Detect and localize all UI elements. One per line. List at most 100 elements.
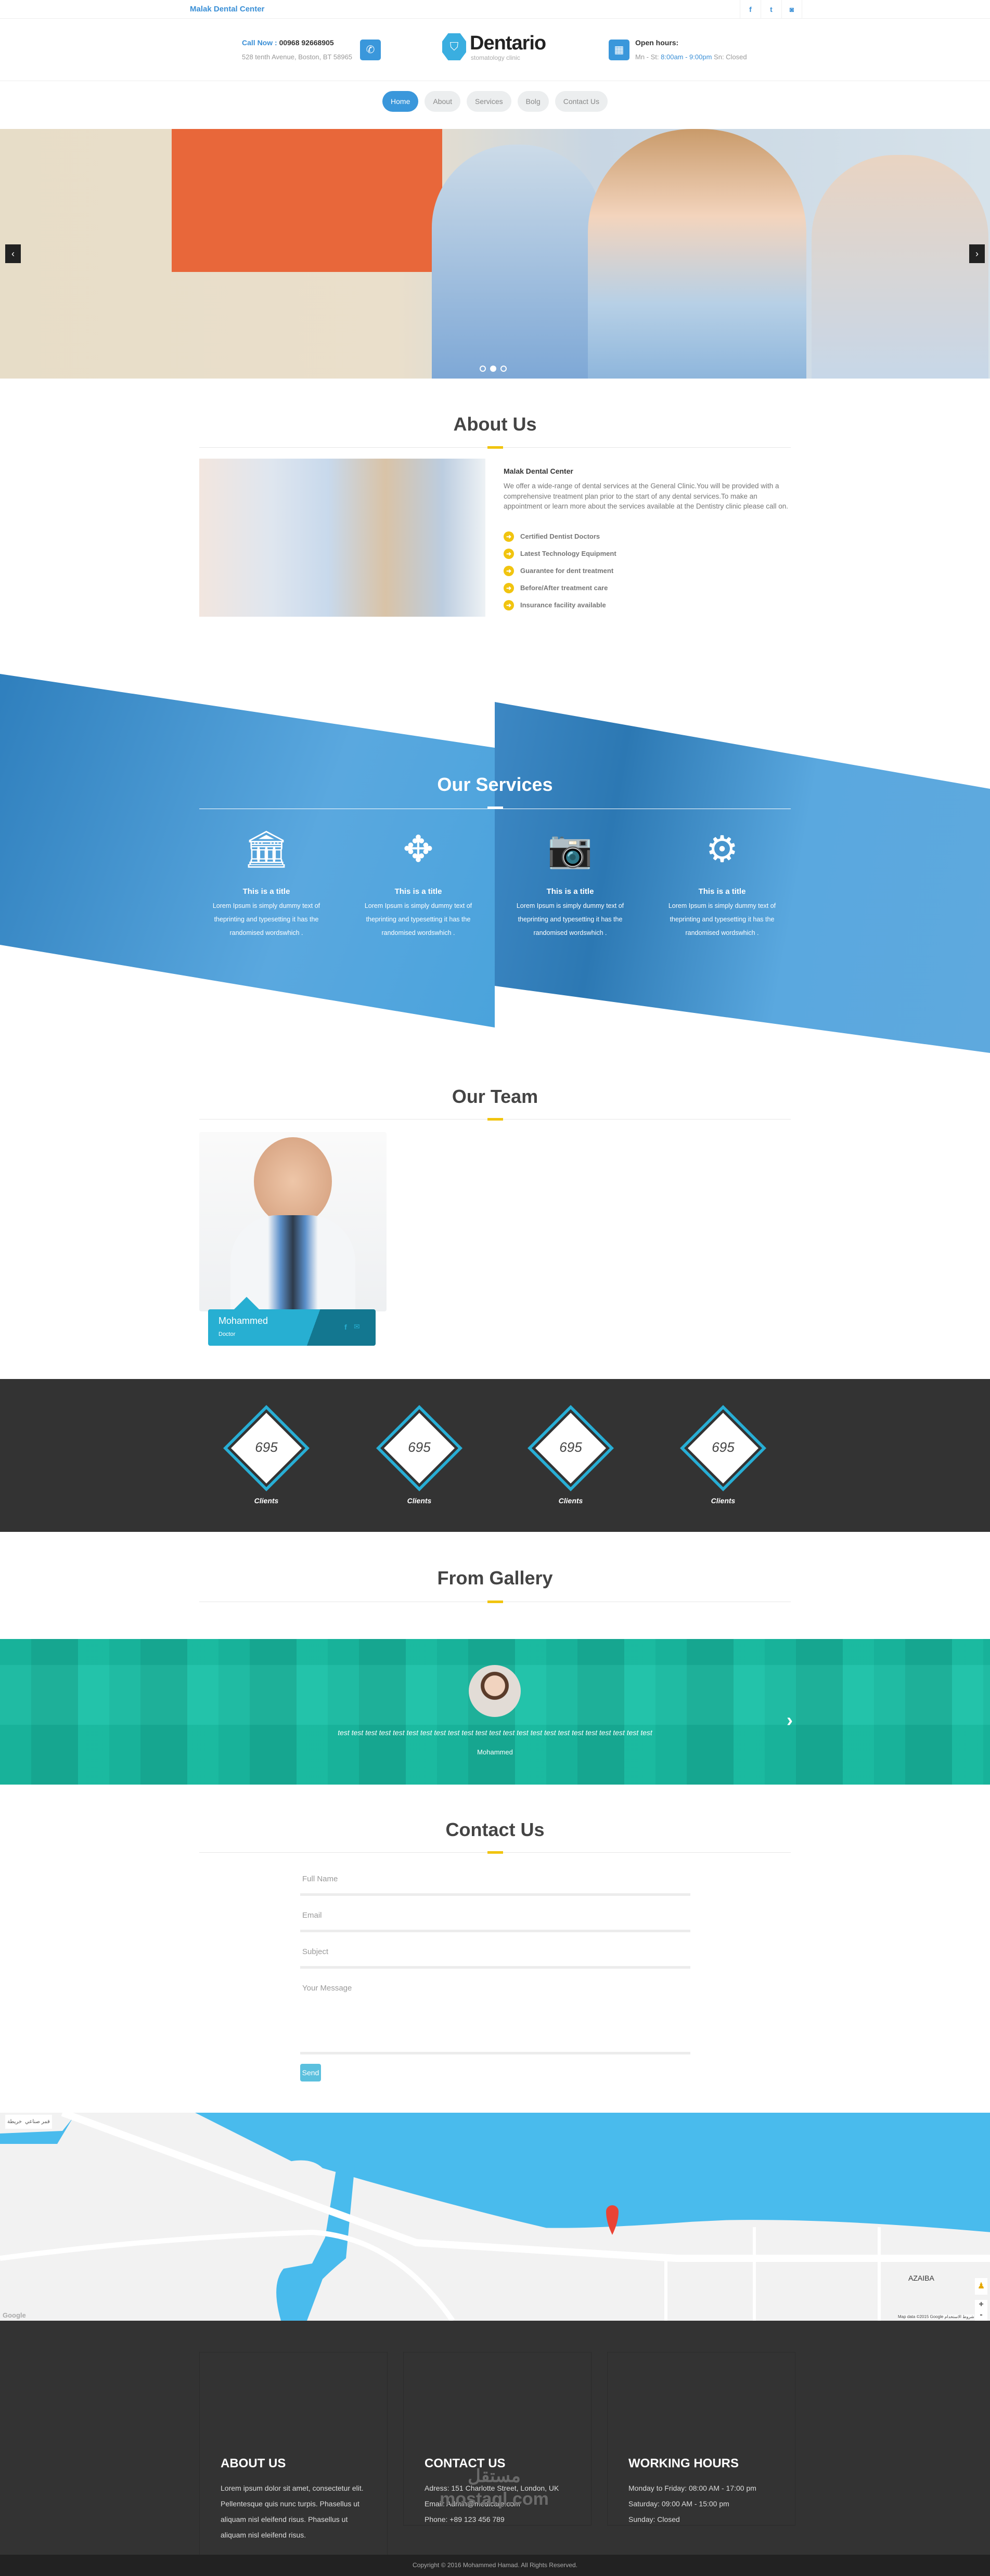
title-accent bbox=[487, 1601, 503, 1603]
nav-blog[interactable]: Bolg bbox=[517, 91, 549, 112]
phone-icon: ✆ bbox=[360, 40, 381, 60]
address: 528 tenth Avenue, Boston, BT 58965 bbox=[242, 53, 353, 61]
about-team-image bbox=[199, 459, 485, 617]
header: Call Now : 00968 92668905 528 tenth Aven… bbox=[0, 19, 990, 81]
team-member-card[interactable]: Mohammed Doctor f ✉ bbox=[208, 1297, 376, 1346]
phone-number[interactable]: 00968 92668905 bbox=[279, 38, 334, 47]
watermark-logo: مستقل mostaql.com bbox=[440, 2466, 549, 2509]
feature-item: ➜ Certified Dentist Doctors bbox=[504, 528, 616, 545]
about-title: About Us bbox=[453, 413, 537, 435]
google-logo: Google bbox=[3, 2311, 26, 2319]
map-place-label: AZAIBA bbox=[908, 2274, 934, 2282]
slider-dots bbox=[480, 366, 507, 372]
footer-about-text: Lorem ipsum dolor sit amet, consectetur … bbox=[221, 2484, 364, 2539]
main-nav: Home About Services Bolg Contact Us bbox=[0, 91, 990, 112]
arrow-circle-icon: ➜ bbox=[504, 548, 514, 559]
slider-dot-active[interactable] bbox=[490, 366, 496, 372]
testimonial-band: test test test test test test test test … bbox=[0, 1639, 990, 1785]
slide-person-main bbox=[588, 129, 806, 379]
pegman-icon[interactable]: ♟ bbox=[975, 2278, 987, 2295]
title-accent bbox=[487, 1851, 503, 1854]
feature-item: ➜ Before/After treatment care bbox=[504, 579, 616, 596]
hero-slider: ‹ › bbox=[0, 129, 990, 379]
hours-text: Mn - St: 8:00am - 9:00pm Sn: Closed bbox=[635, 53, 747, 61]
subject-input[interactable]: Subject bbox=[300, 1945, 690, 1969]
slide-image-decor bbox=[172, 129, 442, 272]
twitter-icon[interactable]: t bbox=[761, 0, 781, 19]
nav-contact[interactable]: Contact Us bbox=[555, 91, 608, 112]
facebook-icon[interactable]: f bbox=[740, 0, 761, 19]
testimonial-next-button[interactable]: › bbox=[787, 1709, 793, 1731]
services-title: Our Services bbox=[437, 774, 553, 795]
top-brand: Malak Dental Center bbox=[190, 5, 265, 14]
service-item: 🏛 This is a title Lorem Ipsum is simply du… bbox=[204, 826, 329, 940]
footer-hours-title: WORKING HOURS bbox=[628, 2456, 739, 2470]
gallery-title: From Gallery bbox=[437, 1567, 553, 1589]
call-now: Call Now : 00968 92668905 bbox=[242, 38, 334, 47]
facebook-icon[interactable]: f bbox=[344, 1323, 347, 1331]
arrow-circle-icon: ➜ bbox=[504, 565, 514, 576]
slide-person bbox=[812, 155, 988, 379]
slider-dot[interactable] bbox=[500, 366, 507, 372]
stat-item: 695 Clients bbox=[222, 1404, 311, 1518]
full-name-input[interactable]: Full Name bbox=[300, 1872, 690, 1896]
stat-value: 695 bbox=[408, 1439, 431, 1455]
services-list: 🏛 This is a title Lorem Ipsum is simply du… bbox=[204, 826, 785, 940]
bank-icon: 🏛 bbox=[243, 829, 290, 869]
stat-item: 695 Clients bbox=[679, 1404, 767, 1518]
stat-label: Clients bbox=[254, 1497, 279, 1505]
instagram-icon[interactable]: ◙ bbox=[781, 0, 802, 19]
title-accent bbox=[487, 806, 503, 809]
arrow-circle-icon: ➜ bbox=[504, 600, 514, 610]
copyright: Copyright © 2016 Mohammed Hamad. All Rig… bbox=[0, 2555, 990, 2576]
map-pin-icon bbox=[606, 2205, 619, 2235]
about-text: We offer a wide-range of dental services… bbox=[504, 482, 789, 510]
top-bar: Malak Dental Center f t ◙ bbox=[0, 0, 990, 19]
feature-item: ➜ Latest Technology Equipment bbox=[504, 545, 616, 562]
map-canvas bbox=[0, 2113, 990, 2321]
message-textarea[interactable]: Your Message bbox=[300, 1981, 690, 2054]
nav-home[interactable]: Home bbox=[382, 91, 419, 112]
camera-icon: 📷 bbox=[547, 829, 593, 869]
mail-icon[interactable]: ✉ bbox=[354, 1322, 360, 1331]
logo-name[interactable]: Dentario bbox=[470, 32, 546, 55]
arrow-circle-icon: ➜ bbox=[504, 582, 514, 593]
team-title: Our Team bbox=[452, 1086, 538, 1107]
service-item: 📷 This is a title Lorem Ipsum is simply du… bbox=[508, 826, 633, 940]
stat-value: 695 bbox=[559, 1439, 582, 1455]
zoom-out-button[interactable]: - bbox=[975, 2311, 987, 2321]
title-accent bbox=[487, 1118, 503, 1121]
feature-item: ➜ Guarantee for dent treatment bbox=[504, 562, 616, 579]
nav-services[interactable]: Services bbox=[466, 91, 511, 112]
arrow-circle-icon: ➜ bbox=[504, 531, 514, 542]
title-accent bbox=[487, 446, 503, 449]
testimonial-name: Mohammed bbox=[477, 1748, 513, 1756]
tooth-logo-icon: ⛉ bbox=[442, 33, 466, 60]
nav-about[interactable]: About bbox=[425, 91, 460, 112]
about-heading: Malak Dental Center bbox=[504, 467, 573, 475]
stat-label: Clients bbox=[407, 1497, 432, 1505]
stat-value: 695 bbox=[712, 1439, 735, 1455]
footer-hours: WORKING HOURS Monday to Friday: 08:00 AM… bbox=[607, 2352, 795, 2526]
feature-item: ➜ Insurance facility available bbox=[504, 596, 616, 614]
slider-prev-button[interactable]: ‹ bbox=[5, 244, 21, 263]
stats-band bbox=[0, 1379, 990, 1532]
logo-tagline: stomatology clinic bbox=[471, 54, 520, 61]
email-input[interactable]: Email bbox=[300, 1908, 690, 1932]
gear-icon: ⚙ bbox=[705, 829, 739, 869]
slider-next-button[interactable]: › bbox=[969, 244, 985, 263]
stat-label: Clients bbox=[711, 1497, 736, 1505]
call-label: Call Now : bbox=[242, 38, 277, 47]
stat-item: 695 Clients bbox=[375, 1404, 464, 1518]
slider-dot[interactable] bbox=[480, 366, 486, 372]
member-role: Doctor bbox=[218, 1331, 236, 1337]
member-name: Mohammed bbox=[218, 1316, 268, 1326]
map-attribution: Map data ©2015 Google شروط الاستخدام bbox=[898, 2314, 974, 2319]
send-button[interactable]: Send bbox=[300, 2064, 321, 2081]
slide-person bbox=[432, 145, 603, 379]
map-type-control[interactable]: خريطة قمر صناعي bbox=[5, 2115, 52, 2129]
service-item: ✥ This is a title Lorem Ipsum is simply du… bbox=[356, 826, 481, 940]
map[interactable]: خريطة قمر صناعي AZAIBA ♟ + - Google Map d… bbox=[0, 2113, 990, 2321]
footer-phone: Phone: +89 123 456 789 bbox=[425, 2515, 505, 2523]
contact-title: Contact Us bbox=[445, 1819, 545, 1840]
